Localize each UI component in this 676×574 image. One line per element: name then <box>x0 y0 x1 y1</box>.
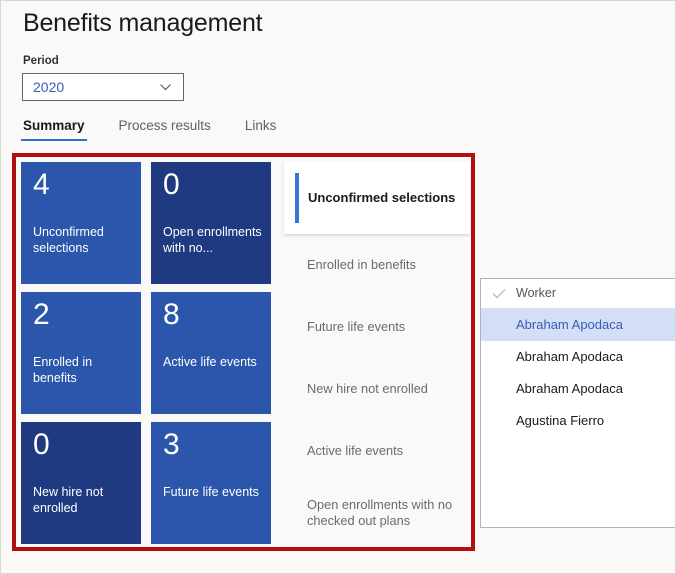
worker-row[interactable]: Abraham Apodaca <box>481 309 676 341</box>
list-item-unconfirmed-selections[interactable]: Unconfirmed selections <box>284 162 470 234</box>
period-select-value: 2020 <box>33 79 64 95</box>
list-item-new-hire-not-enrolled[interactable]: New hire not enrolled <box>284 358 470 420</box>
tab-links[interactable]: Links <box>243 118 279 138</box>
selection-indicator <box>295 173 299 223</box>
list-item-label: Enrolled in benefits <box>307 257 462 273</box>
worker-dropdown-flyout: Worker Abraham Apodaca Abraham Apodaca A… <box>480 278 676 528</box>
tile-detail-list: Unconfirmed selections Enrolled in benef… <box>284 162 470 544</box>
worker-name: Abraham Apodaca <box>516 349 623 364</box>
worker-row[interactable]: Agustina Fierro <box>481 405 676 437</box>
worker-name: Abraham Apodaca <box>516 381 623 396</box>
chevron-down-icon <box>160 84 171 91</box>
period-field-label: Period <box>23 55 59 67</box>
list-item-label: Open enrollments with no checked out pla… <box>307 497 462 529</box>
summary-tiles: 4 Unconfirmed selections 0 Open enrollme… <box>21 162 271 542</box>
list-item-enrolled-in-benefits[interactable]: Enrolled in benefits <box>284 234 470 296</box>
list-item-label: Future life events <box>307 319 462 335</box>
tab-bar: Summary Process results Links <box>21 117 308 143</box>
tile-new-hire-not-enrolled[interactable]: 0 New hire not enrolled <box>21 422 141 544</box>
worker-row[interactable]: Abraham Apodaca <box>481 341 676 373</box>
tile-caption: New hire not enrolled <box>33 484 133 516</box>
worker-column-label: Worker <box>516 286 556 300</box>
tile-caption: Enrolled in benefits <box>33 354 133 386</box>
tile-open-enrollments-no-checked-out-plans[interactable]: 0 Open enrollments with no... <box>151 162 271 284</box>
tile-count: 3 <box>163 428 180 462</box>
tile-active-life-events[interactable]: 8 Active life events <box>151 292 271 414</box>
list-item-label: Active life events <box>307 443 462 459</box>
tile-count: 4 <box>33 168 50 202</box>
tile-caption: Future life events <box>163 484 263 500</box>
tab-process-results[interactable]: Process results <box>117 118 213 138</box>
worker-row[interactable]: Abraham Apodaca <box>481 373 676 405</box>
tile-caption: Active life events <box>163 354 263 370</box>
tile-caption: Unconfirmed selections <box>33 224 133 256</box>
list-item-open-enrollments-no-checked-out-plans[interactable]: Open enrollments with no checked out pla… <box>284 482 470 544</box>
tile-unconfirmed-selections[interactable]: 4 Unconfirmed selections <box>21 162 141 284</box>
period-select[interactable]: 2020 <box>22 73 184 101</box>
tile-future-life-events[interactable]: 3 Future life events <box>151 422 271 544</box>
list-item-label: New hire not enrolled <box>307 381 462 397</box>
list-item-future-life-events[interactable]: Future life events <box>284 296 470 358</box>
worker-column-header[interactable]: Worker <box>481 279 676 309</box>
tile-count: 0 <box>163 168 180 202</box>
list-item-label: Unconfirmed selections <box>308 190 462 206</box>
tile-caption: Open enrollments with no... <box>163 224 263 256</box>
tile-count: 2 <box>33 298 50 332</box>
checkmark-icon <box>492 288 506 299</box>
tile-count: 8 <box>163 298 180 332</box>
benefits-management-page: Benefits management Period 2020 Summary P… <box>0 0 676 574</box>
list-item-active-life-events[interactable]: Active life events <box>284 420 470 482</box>
tile-count: 0 <box>33 428 50 462</box>
worker-name: Agustina Fierro <box>516 413 604 428</box>
tile-enrolled-in-benefits[interactable]: 2 Enrolled in benefits <box>21 292 141 414</box>
worker-name: Abraham Apodaca <box>516 317 623 332</box>
page-title: Benefits management <box>23 9 262 38</box>
tab-summary[interactable]: Summary <box>21 118 87 138</box>
